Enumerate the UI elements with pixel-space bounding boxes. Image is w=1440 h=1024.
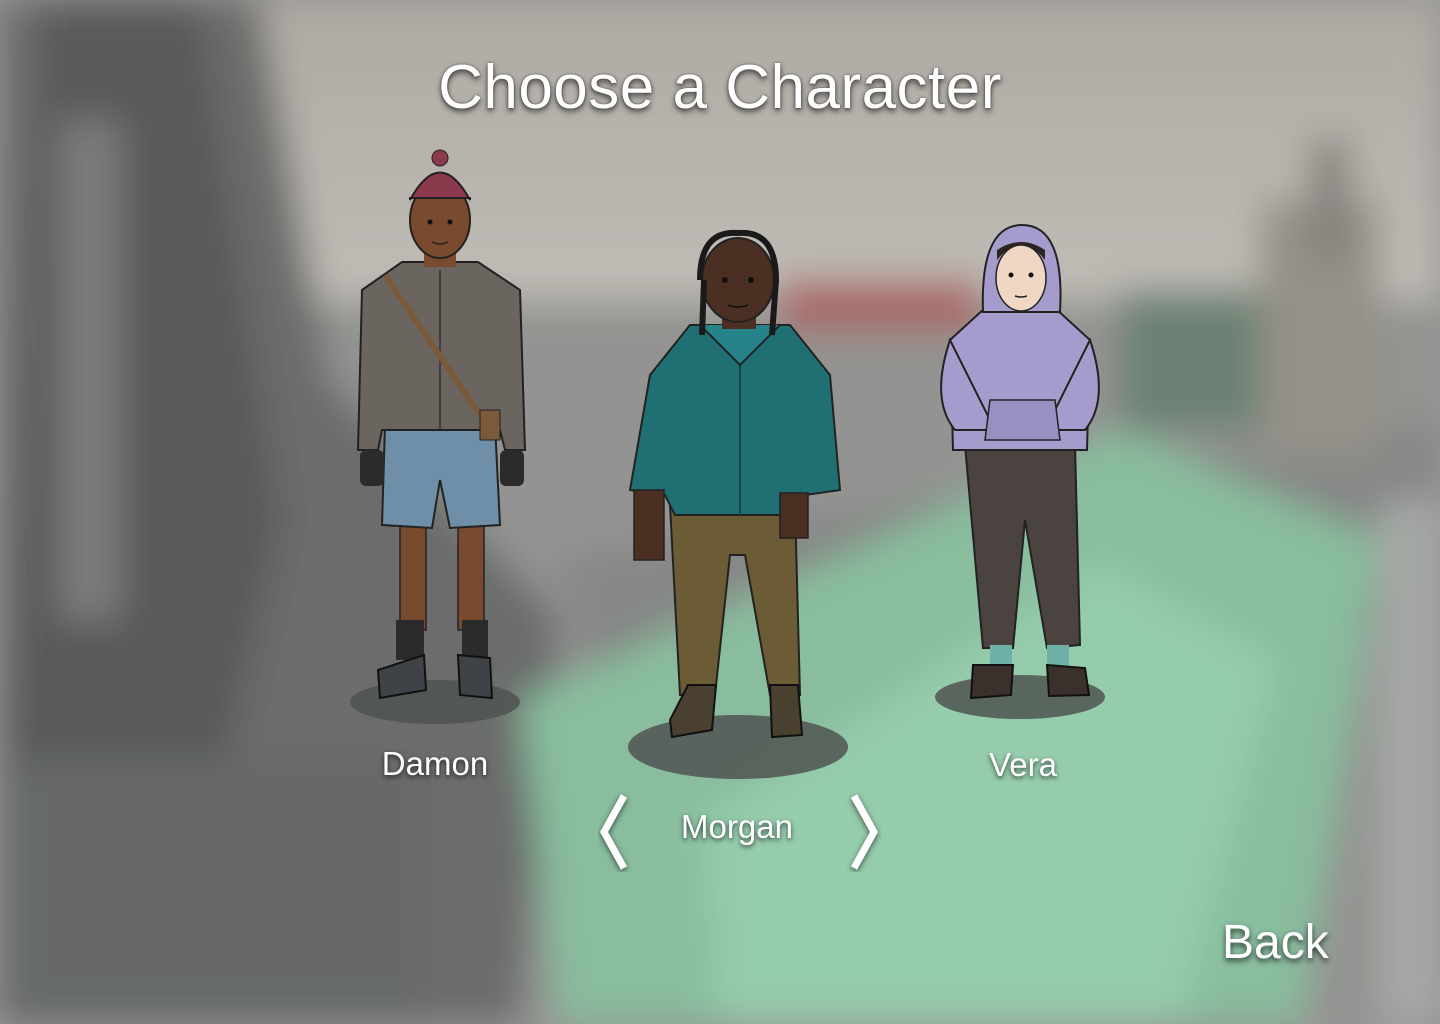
character-name-vera[interactable]: Vera xyxy=(948,746,1098,784)
back-button[interactable]: Back xyxy=(1222,915,1329,970)
character-vera[interactable] xyxy=(925,220,1125,730)
prev-character-button[interactable] xyxy=(598,792,638,872)
damon-figure xyxy=(350,149,527,724)
character-morgan[interactable] xyxy=(620,225,860,785)
next-character-button[interactable] xyxy=(842,792,882,872)
vera-figure xyxy=(935,223,1105,719)
morgan-figure xyxy=(628,229,848,779)
page-title: Choose a Character xyxy=(438,53,1002,122)
character-name-damon[interactable]: Damon xyxy=(360,745,510,783)
chevron-left-icon xyxy=(599,794,628,870)
character-damon[interactable] xyxy=(340,149,540,730)
selected-character-name: Morgan xyxy=(681,808,793,845)
chevron-right-icon xyxy=(850,794,879,870)
